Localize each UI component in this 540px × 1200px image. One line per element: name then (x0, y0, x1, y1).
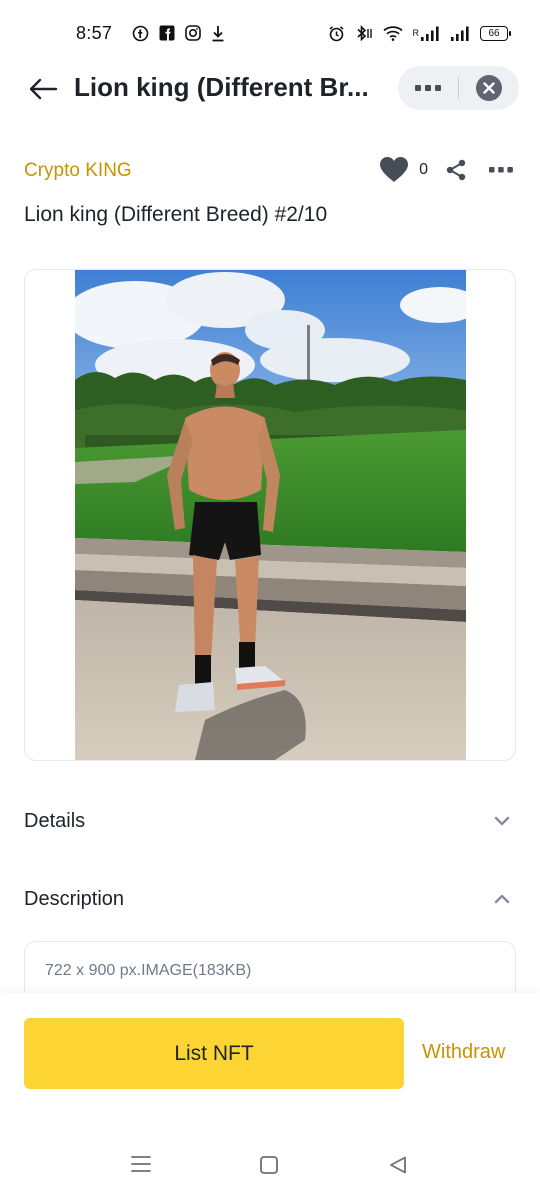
chevron-up-icon (494, 894, 510, 904)
back-nav-button[interactable] (388, 1155, 408, 1175)
more-dots-icon (489, 166, 513, 172)
description-text: 722 x 900 px.IMAGE(183KB) (45, 962, 252, 979)
page-title: Lion king (Different Br... (74, 72, 369, 102)
more-button[interactable] (488, 166, 514, 174)
menu-nav-button[interactable] (130, 1155, 152, 1173)
nft-detail-page: 8:57 R 66 Lion king (Different Br... Cry… (0, 0, 540, 1200)
share-icon (446, 159, 466, 180)
bottom-action-bar: List NFT Withdraw (0, 993, 540, 1127)
heart-icon (380, 157, 409, 182)
share-button[interactable] (446, 159, 466, 181)
home-nav-button[interactable] (259, 1155, 279, 1175)
back-button[interactable] (26, 75, 60, 103)
status-left: 8:57 (76, 23, 225, 44)
header-capsule (398, 66, 519, 110)
chevron-down-icon (494, 816, 510, 826)
system-nav-bar (0, 1127, 540, 1200)
instagram-icon (185, 25, 202, 41)
wifi-icon (382, 25, 403, 41)
nft-image-card (24, 269, 516, 761)
arrow-left-icon (29, 78, 58, 100)
home-square-icon (260, 1156, 278, 1174)
battery-indicator: 66 (480, 25, 511, 41)
details-label: Details (24, 809, 86, 832)
description-section-toggle[interactable]: Description (24, 879, 516, 919)
more-dots-icon (415, 85, 441, 91)
menu-icon (131, 1156, 151, 1172)
status-bar: 8:57 R 66 (0, 0, 540, 66)
back-triangle-icon (390, 1156, 406, 1174)
list-nft-button[interactable]: List NFT (24, 1018, 404, 1089)
nft-action-row: 0 (379, 156, 514, 183)
collection-link[interactable]: Crypto KING (24, 160, 132, 182)
withdraw-button[interactable]: Withdraw (422, 1041, 505, 1064)
signal-icon: R (413, 26, 441, 41)
facebook-messenger-icon (132, 25, 149, 42)
roaming-label: R (412, 28, 420, 38)
close-circle-icon (476, 75, 502, 101)
battery-level: 66 (488, 27, 500, 39)
more-options-button[interactable] (398, 66, 458, 110)
nft-image[interactable] (75, 270, 466, 760)
nft-title: Lion king (Different Breed) #2/10 (24, 203, 328, 226)
details-section-toggle[interactable]: Details (24, 801, 516, 841)
like-button[interactable]: 0 (379, 156, 446, 183)
status-time: 8:57 (76, 22, 113, 43)
header: Lion king (Different Br... (0, 66, 540, 112)
alarm-icon (328, 25, 345, 42)
facebook-icon (159, 25, 175, 41)
like-count: 0 (419, 160, 428, 178)
bluetooth-icon (355, 24, 373, 42)
download-icon (211, 25, 225, 42)
signal-icon (450, 26, 470, 41)
close-button[interactable] (459, 66, 519, 110)
status-right: R 66 (328, 24, 511, 42)
description-label: Description (24, 887, 125, 910)
